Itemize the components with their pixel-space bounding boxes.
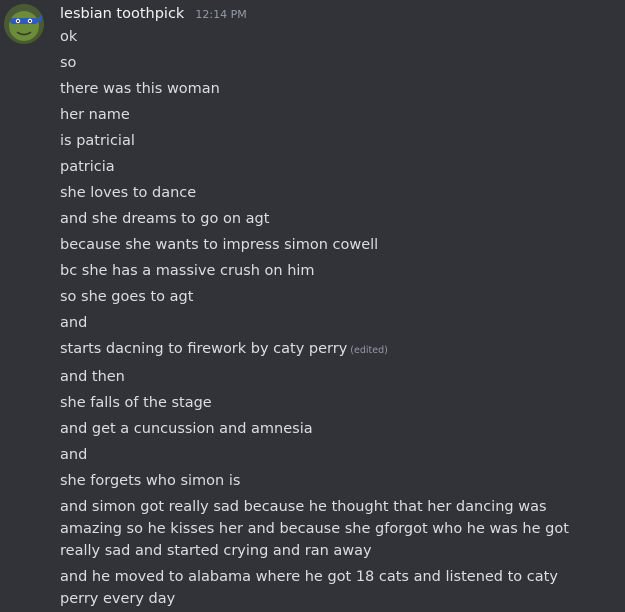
chat-message[interactable]: and get a cuncussion and amnesia [60,416,600,442]
message-text: her name [60,107,130,123]
message-text: starts dacning to firework by caty perry [60,341,348,357]
chat-message[interactable]: ok [60,24,600,50]
message-text: and she dreams to go on agt [60,211,270,227]
ninja-turtle-avatar-icon [4,4,44,44]
chat-message[interactable]: and [60,442,600,468]
message-text: there was this woman [60,81,220,97]
chat-message[interactable]: she forgets who simon is [60,468,600,494]
message-text: is patricial [60,133,135,149]
chat-message[interactable]: is patricial [60,128,600,154]
message-text: she loves to dance [60,185,197,201]
chat-message[interactable]: and [60,310,600,336]
chat-message[interactable]: there was this woman [60,76,600,102]
message-text: and get a cuncussion and amnesia [60,421,313,437]
message-text: and simon got really sad because he thou… [60,499,569,559]
chat-message[interactable]: so she goes to agt [60,284,600,310]
edited-indicator: (edited) [350,345,388,356]
chat-message[interactable]: her name [60,102,600,128]
chat-message[interactable]: she loves to dance [60,180,600,206]
message-text: so [60,55,77,71]
chat-message[interactable]: bc she has a massive crush on him [60,258,600,284]
chat-message[interactable]: and simon got really sad because he thou… [60,494,600,564]
message-text: patricia [60,159,115,175]
message-text: because she wants to impress simon cowel… [60,237,379,253]
message-text: so she goes to agt [60,289,194,305]
message-text: and then [60,369,125,385]
chat-message[interactable]: so [60,50,600,76]
message-timestamp[interactable]: 12:14 PM [195,8,246,21]
message-text: and he moved to alabama where he got 18 … [60,569,558,607]
message-list: ok so there was this woman her name is patri… [60,24,600,612]
message-text: and [60,447,88,463]
user-avatar[interactable] [4,4,44,44]
chat-message[interactable]: because she wants to impress simon cowel… [60,232,600,258]
message-text: she forgets who simon is [60,473,241,489]
message-text: she falls of the stage [60,395,212,411]
message-text: ok [60,29,78,45]
message-header: lesbian toothpick 12:14 PM [60,3,247,23]
chat-message[interactable]: patricia [60,154,600,180]
message-text: bc she has a massive crush on him [60,263,315,279]
username[interactable]: lesbian toothpick [60,6,184,22]
chat-message[interactable]: starts dacning to firework by caty perry… [60,336,600,364]
chat-message[interactable]: she falls of the stage [60,390,600,416]
chat-message[interactable]: and she dreams to go on agt [60,206,600,232]
message-text: and [60,315,88,331]
chat-message[interactable]: and then [60,364,600,390]
chat-message[interactable]: and he moved to alabama where he got 18 … [60,564,600,612]
